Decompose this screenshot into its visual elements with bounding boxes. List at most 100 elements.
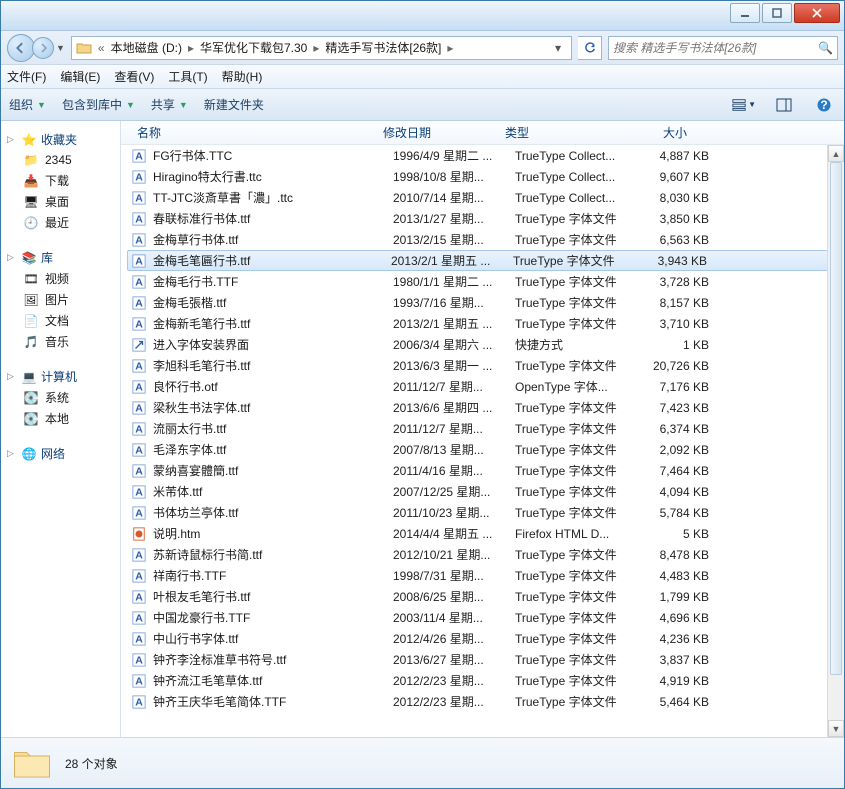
svg-text:A: A	[135, 654, 143, 666]
address-bar-row: ▼ « 本地磁盘 (D:) ▸ 华军优化下载包7.30 ▸ 精选手写书法体[26…	[1, 31, 844, 65]
drive-icon: 💽	[23, 390, 39, 406]
file-size: 4,483 KB	[633, 569, 709, 583]
back-button[interactable]	[7, 34, 35, 62]
breadcrumb-overflow[interactable]: «	[96, 41, 107, 55]
minimize-button[interactable]	[730, 3, 760, 23]
file-row[interactable]: 说明.htm2014/4/4 星期五 ...Firefox HTML D...5…	[121, 523, 844, 544]
file-size: 5 KB	[633, 527, 709, 541]
file-row[interactable]: A钟齐流江毛笔草体.ttf2012/2/23 星期...TrueType 字体文…	[121, 670, 844, 691]
file-row[interactable]: A米芾体.ttf2007/12/25 星期...TrueType 字体文件4,0…	[121, 481, 844, 502]
file-date: 1980/1/1 星期二 ...	[393, 273, 515, 290]
scroll-thumb[interactable]	[830, 162, 842, 675]
file-row[interactable]: A蒙纳喜宴體簡.ttf2011/4/16 星期...TrueType 字体文件7…	[121, 460, 844, 481]
breadcrumb-item[interactable]: 华军优化下载包7.30	[196, 39, 311, 56]
organize-button[interactable]: 组织▼	[9, 96, 46, 113]
file-date: 2007/8/13 星期...	[393, 441, 515, 458]
help-button[interactable]: ?	[812, 94, 836, 116]
maximize-button[interactable]	[762, 3, 792, 23]
file-row[interactable]: A书体坊兰亭体.ttf2011/10/23 星期...TrueType 字体文件…	[121, 502, 844, 523]
search-input[interactable]: 搜索 精选手写书法体[26款] 🔍	[608, 36, 838, 60]
column-size[interactable]: 大小	[617, 124, 693, 141]
file-list-pane: 名称 修改日期 类型 大小 AFG行书体.TTC1996/4/9 星期二 ...…	[121, 121, 844, 737]
file-row[interactable]: A李旭科毛笔行书.ttf2013/6/3 星期一 ...TrueType 字体文…	[121, 355, 844, 376]
column-date[interactable]: 修改日期	[377, 124, 499, 141]
breadcrumb-item[interactable]: 本地磁盘 (D:)	[107, 39, 186, 56]
file-row[interactable]: A良怀行书.otf2011/12/7 星期...OpenType 字体...7,…	[121, 376, 844, 397]
file-row[interactable]: A毛泽东字体.ttf2007/8/13 星期...TrueType 字体文件2,…	[121, 439, 844, 460]
file-row[interactable]: A中山行书字体.ttf2012/4/26 星期...TrueType 字体文件4…	[121, 628, 844, 649]
file-date: 2013/2/1 星期五 ...	[391, 252, 513, 269]
menu-bar: 文件(F) 编辑(E) 查看(V) 工具(T) 帮助(H)	[1, 65, 844, 89]
file-row[interactable]: A金梅毛笔匾行书.ttf2013/2/1 星期五 ...TrueType 字体文…	[127, 250, 840, 271]
sidebar-item[interactable]: 🖥桌面	[1, 191, 120, 212]
computer-group[interactable]: ▷💻计算机	[1, 366, 120, 387]
file-date: 2006/3/4 星期六 ...	[393, 336, 515, 353]
file-row[interactable]: AHiragino特太行書.ttc1998/10/8 星期...TrueType…	[121, 166, 844, 187]
menu-tools[interactable]: 工具(T)	[168, 68, 207, 85]
scroll-down-button[interactable]: ▼	[828, 720, 844, 737]
sidebar-item[interactable]: 🕘最近	[1, 212, 120, 233]
breadcrumb-bar[interactable]: « 本地磁盘 (D:) ▸ 华军优化下载包7.30 ▸ 精选手写书法体[26款]…	[71, 36, 572, 60]
forward-button[interactable]	[32, 37, 54, 59]
include-in-library-button[interactable]: 包含到库中▼	[62, 96, 135, 113]
sidebar-item[interactable]: 📁2345	[1, 150, 120, 170]
star-icon: ⭐	[21, 132, 37, 148]
file-name: 说明.htm	[153, 525, 393, 542]
share-button[interactable]: 共享▼	[151, 96, 188, 113]
sidebar-item[interactable]: 🖼图片	[1, 289, 120, 310]
view-mode-button[interactable]: ▼	[732, 94, 756, 116]
file-row[interactable]: A叶根友毛笔行书.ttf2008/6/25 星期...TrueType 字体文件…	[121, 586, 844, 607]
file-size: 3,710 KB	[633, 317, 709, 331]
svg-text:?: ?	[820, 98, 827, 112]
file-row[interactable]: A流丽太行书.ttf2011/12/7 星期...TrueType 字体文件6,…	[121, 418, 844, 439]
sidebar-item[interactable]: 💽系统	[1, 387, 120, 408]
svg-text:A: A	[135, 276, 143, 288]
file-row[interactable]: A祥南行书.TTF1998/7/31 星期...TrueType 字体文件4,4…	[121, 565, 844, 586]
file-row[interactable]: A金梅新毛笔行书.ttf2013/2/1 星期五 ...TrueType 字体文…	[121, 313, 844, 334]
file-row[interactable]: 进入字体安装界面2006/3/4 星期六 ...快捷方式1 KB	[121, 334, 844, 355]
column-type[interactable]: 类型	[499, 124, 617, 141]
file-name: 梁秋生书法字体.ttf	[153, 399, 393, 416]
libraries-group[interactable]: ▷📚库	[1, 247, 120, 268]
network-group[interactable]: ▷🌐网络	[1, 443, 120, 464]
breadcrumb-dropdown[interactable]: ▾	[549, 41, 567, 55]
refresh-button[interactable]	[578, 36, 602, 60]
file-date: 2010/7/14 星期...	[393, 189, 515, 206]
file-type: TrueType 字体文件	[515, 273, 633, 290]
file-name: 金梅新毛笔行书.ttf	[153, 315, 393, 332]
file-row[interactable]: ATT-JTC淡斎草書「濃」.ttc2010/7/14 星期...TrueTyp…	[121, 187, 844, 208]
scroll-up-button[interactable]: ▲	[828, 145, 844, 162]
menu-file[interactable]: 文件(F)	[7, 68, 46, 85]
font-icon: A	[131, 254, 147, 268]
file-row[interactable]: A中国龙豪行书.TTF2003/11/4 星期...TrueType 字体文件4…	[121, 607, 844, 628]
new-folder-button[interactable]: 新建文件夹	[204, 96, 264, 113]
scrollbar[interactable]: ▲ ▼	[827, 145, 844, 737]
file-size: 5,784 KB	[633, 506, 709, 520]
file-row[interactable]: A钟齐李洤标准草书符号.ttf2013/6/27 星期...TrueType 字…	[121, 649, 844, 670]
favorites-group[interactable]: ▷⭐收藏夹	[1, 129, 120, 150]
file-row[interactable]: AFG行书体.TTC1996/4/9 星期二 ...TrueType Colle…	[121, 145, 844, 166]
file-row[interactable]: A梁秋生书法字体.ttf2013/6/6 星期四 ...TrueType 字体文…	[121, 397, 844, 418]
sidebar-item[interactable]: 📥下载	[1, 170, 120, 191]
sidebar-item[interactable]: 🎵音乐	[1, 331, 120, 352]
sidebar-item[interactable]: 📄文档	[1, 310, 120, 331]
sidebar-item[interactable]: 💽本地	[1, 408, 120, 429]
folder-icon	[11, 742, 53, 784]
close-button[interactable]	[794, 3, 840, 23]
preview-pane-button[interactable]	[772, 94, 796, 116]
file-row[interactable]: A钟齐王庆华毛笔简体.TTF2012/2/23 星期...TrueType 字体…	[121, 691, 844, 712]
nav-history-dropdown[interactable]: ▼	[56, 43, 65, 53]
menu-help[interactable]: 帮助(H)	[222, 68, 263, 85]
file-row[interactable]: A金梅草行书体.ttf2013/2/15 星期...TrueType 字体文件6…	[121, 229, 844, 250]
menu-view[interactable]: 查看(V)	[114, 68, 154, 85]
menu-edit[interactable]: 编辑(E)	[60, 68, 100, 85]
file-type: TrueType Collect...	[515, 191, 633, 205]
file-row[interactable]: A金梅毛行书.TTF1980/1/1 星期二 ...TrueType 字体文件3…	[121, 271, 844, 292]
sidebar-item[interactable]: 🎞视频	[1, 268, 120, 289]
breadcrumb-item[interactable]: 精选手写书法体[26款]	[321, 39, 445, 56]
file-row[interactable]: A苏新诗鼠标行书简.ttf2012/10/21 星期...TrueType 字体…	[121, 544, 844, 565]
file-row[interactable]: A金梅毛張楷.ttf1993/7/16 星期...TrueType 字体文件8,…	[121, 292, 844, 313]
file-date: 2013/2/1 星期五 ...	[393, 315, 515, 332]
file-row[interactable]: A春联标准行书体.ttf2013/1/27 星期...TrueType 字体文件…	[121, 208, 844, 229]
column-name[interactable]: 名称	[131, 124, 377, 141]
